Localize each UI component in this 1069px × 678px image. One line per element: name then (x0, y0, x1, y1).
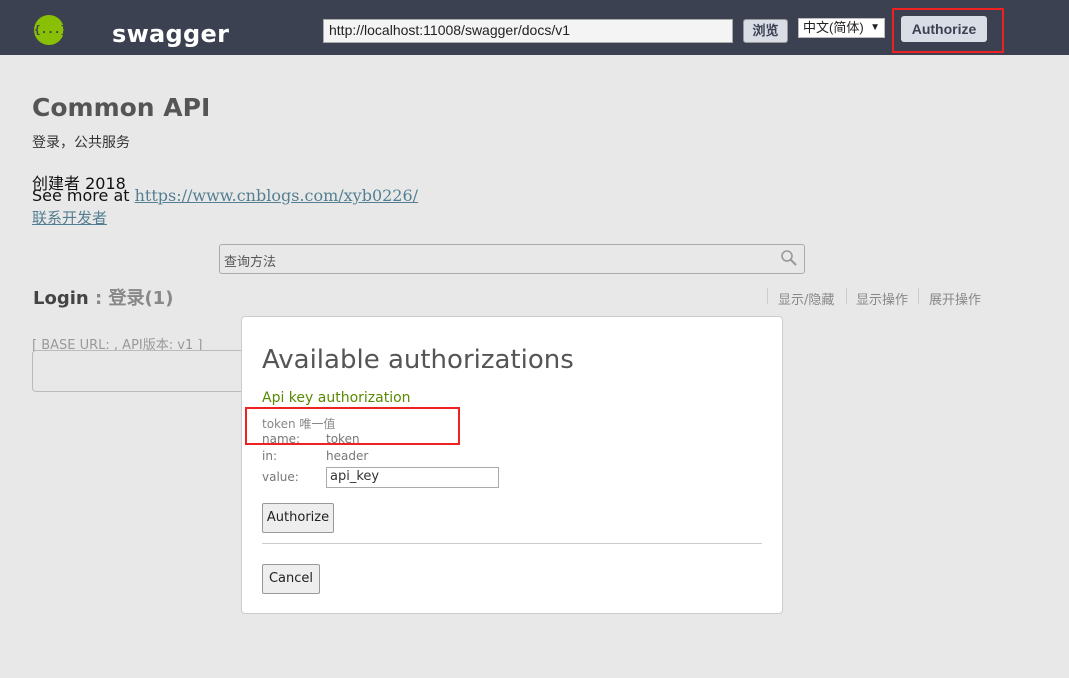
ops-divider (918, 288, 919, 304)
highlight-box-authorize (892, 8, 1004, 53)
dialog-cancel-button[interactable]: Cancel (262, 564, 320, 594)
language-selected-value: 中文(简体) (803, 20, 864, 35)
dropdown-arrow-icon: ▼ (870, 22, 880, 33)
brand-name[interactable]: swagger (112, 20, 229, 48)
value-label: value: (262, 470, 299, 484)
api-key-input[interactable]: api_key (326, 467, 499, 488)
expand-operations[interactable]: 展开操作 (929, 289, 981, 308)
list-operations[interactable]: 显示操作 (856, 289, 908, 308)
dialog-title: Available authorizations (262, 345, 574, 375)
see-more-line: See more at https://www.cnblogs.com/xyb0… (32, 186, 418, 205)
validator-box (32, 350, 247, 392)
authorization-dialog: Available authorizations Api key authori… (241, 316, 783, 614)
resource-separator: : (88, 288, 109, 309)
ops-divider (846, 288, 847, 304)
contact-developer-link[interactable]: 联系开发者 (32, 207, 107, 228)
resource-name[interactable]: Login (33, 288, 89, 309)
search-box[interactable]: 查询方法 (219, 244, 805, 274)
language-select[interactable]: 中文(简体) ▼ (798, 18, 885, 38)
in-label: in: (262, 449, 277, 463)
toggle-show-hide[interactable]: 显示/隐藏 (778, 289, 834, 308)
api-description: 登录，公共服务 (32, 135, 130, 151)
resource-subtitle[interactable]: 登录(1) (108, 288, 173, 309)
in-value: header (326, 449, 369, 463)
dialog-authorize-button[interactable]: Authorize (262, 503, 334, 533)
see-more-link[interactable]: https://www.cnblogs.com/xyb0226/ (135, 186, 418, 205)
swagger-logo-icon: {...} (34, 15, 67, 45)
search-input[interactable]: 查询方法 (224, 251, 276, 270)
see-more-prefix: See more at (32, 186, 135, 205)
resource-heading[interactable]: Login : 登录(1) (33, 284, 173, 310)
search-icon[interactable] (780, 249, 798, 267)
explore-button[interactable]: 浏览 (743, 19, 788, 43)
api-url-input[interactable]: http://localhost:11008/swagger/docs/v1 (323, 19, 733, 43)
highlight-box-token (245, 407, 460, 445)
ops-divider (767, 288, 768, 304)
api-title: Common API (32, 93, 211, 122)
dialog-divider (262, 543, 762, 544)
auth-type-heading: Api key authorization (262, 390, 411, 406)
